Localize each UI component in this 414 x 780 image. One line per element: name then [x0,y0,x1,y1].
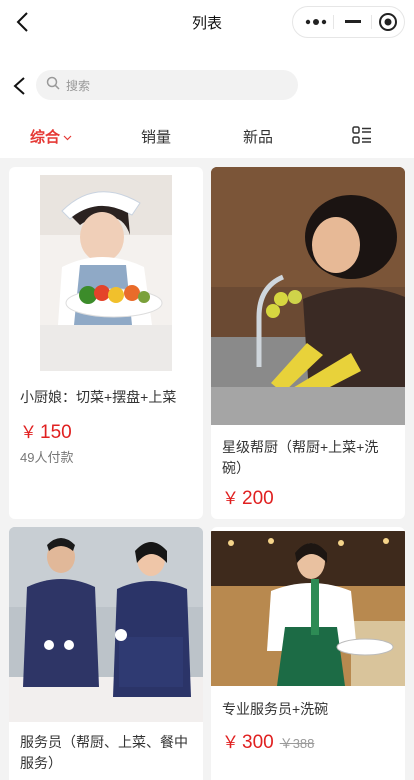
product-image [9,527,203,722]
tab-label: 销量 [141,129,172,146]
tab-label: 新品 [243,129,274,146]
search-input[interactable]: 搜索 [36,70,298,100]
tab-comprehensive[interactable]: 综合 [30,126,72,147]
product-card[interactable]: 服务员（帮厨、上菜、餐中服务） [9,527,203,780]
chevron-down-icon [63,128,72,145]
search-placeholder: 搜索 [66,78,91,93]
list-layout-icon[interactable] [352,126,372,146]
navigation-bar: 列表 [0,0,414,44]
product-image [211,167,405,425]
price-row: ￥ 200 [222,484,274,510]
price-row: ￥ 300 ￥388 [222,728,314,754]
product-title: 小厨娘：切菜+摆盘+上菜 [20,389,177,405]
filter-tabs: 综合 销量 新品 [0,114,414,158]
close-target-icon[interactable] [369,7,406,37]
product-image [40,175,172,371]
product-image [211,531,405,686]
product-title: 专业服务员+洗碗 [222,701,329,717]
product-card[interactable]: 小厨娘：切菜+摆盘+上菜 ￥ 150 49人付款 [9,167,203,519]
tab-label: 综合 [30,129,61,146]
back-arrow-icon[interactable] [10,75,30,97]
tab-new[interactable]: 新品 [243,126,273,147]
mini-program-capsule [292,6,405,38]
search-bar-row: 搜索 [0,44,414,114]
search-icon [46,76,60,95]
more-icon[interactable] [297,7,334,37]
product-title: 服务员（帮厨、上菜、餐中服务） [20,734,188,771]
original-price: ￥388 [279,736,315,751]
product-title: 星级帮厨（帮厨+上菜+洗碗） [222,439,379,476]
sold-count: 49人付款 [20,450,74,465]
product-card[interactable]: 专业服务员+洗碗 ￥ 300 ￥388 [211,527,405,780]
product-price: ￥ 200 [222,488,274,509]
product-price: ￥ 300 [222,732,274,753]
product-price: ￥ 150 [20,422,72,443]
minimize-icon[interactable] [334,7,371,37]
price-row: ￥ 150 [20,418,72,444]
tab-sales[interactable]: 销量 [141,126,171,147]
product-card[interactable]: 星级帮厨（帮厨+上菜+洗碗） ￥ 200 [211,167,405,519]
